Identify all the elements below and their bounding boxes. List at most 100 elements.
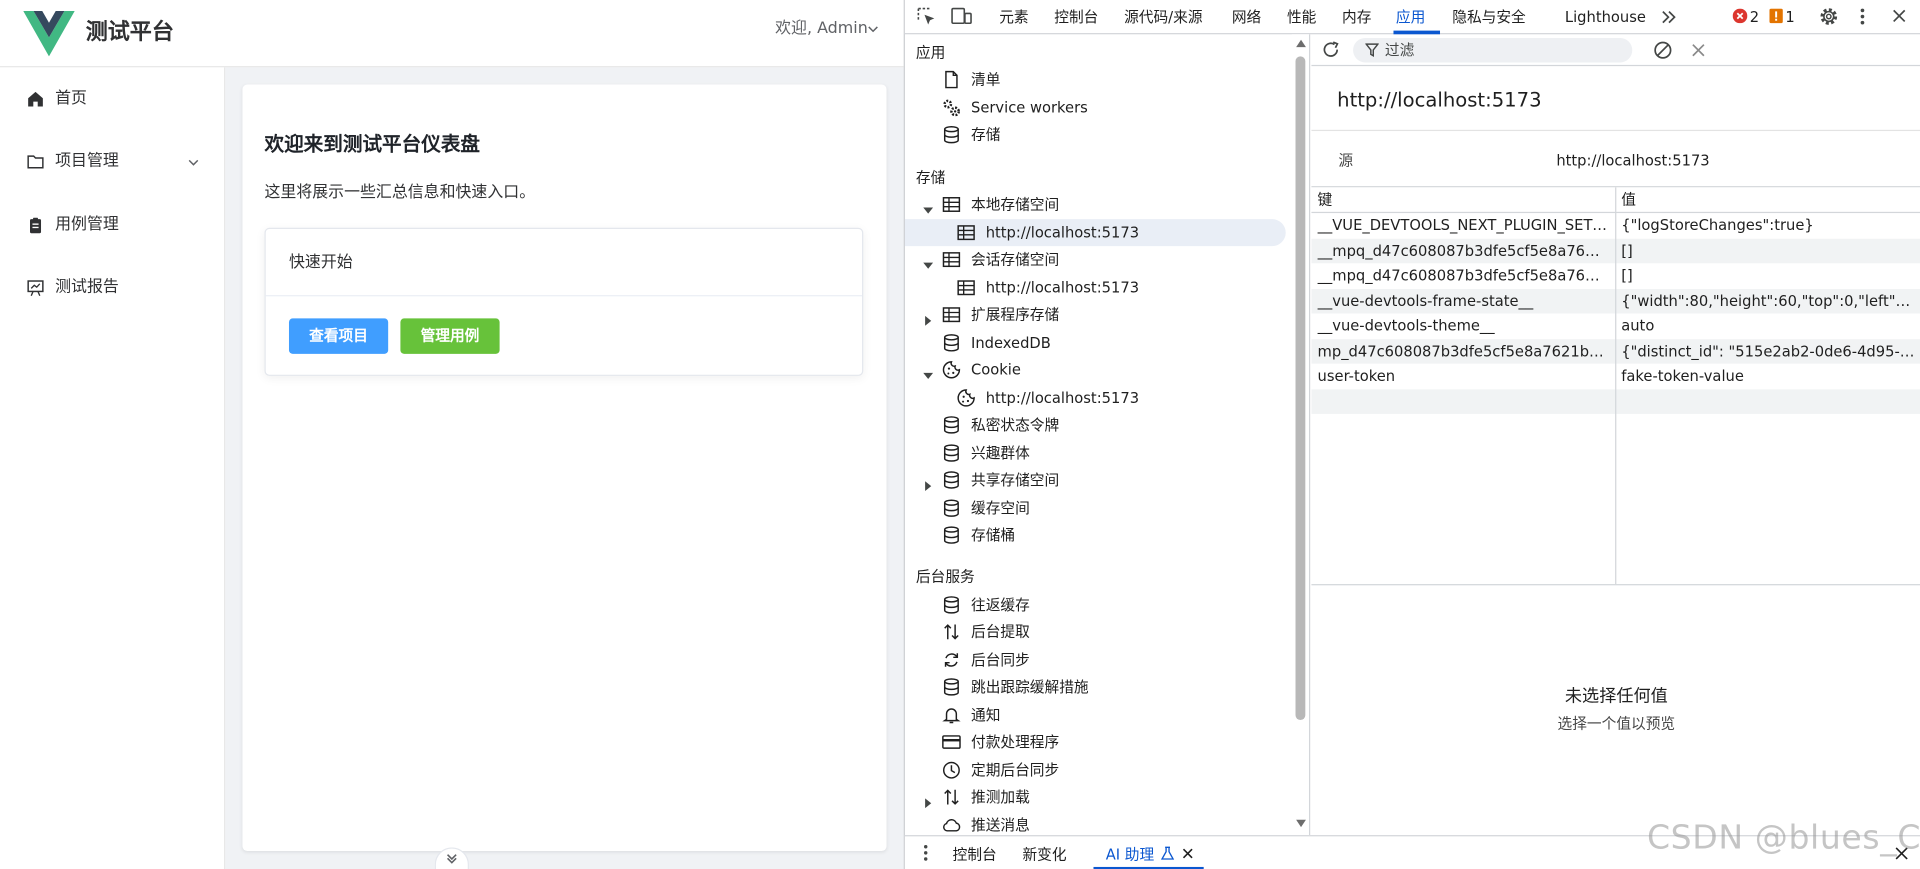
tree-item-label: 定期后台同步 <box>971 761 1060 779</box>
tab-memory[interactable]: 内存 <box>1342 7 1371 27</box>
tree-item-manifest[interactable]: 清单 <box>905 66 1286 93</box>
scroll-up-arrow-icon[interactable] <box>1296 38 1307 49</box>
tree-item-local-storage[interactable]: 本地存储空间 <box>905 191 1286 218</box>
tree-item-payment-handler[interactable]: 付款处理程序 <box>905 729 1286 756</box>
row-key: __mpq_d47c608087b3dfe5cf5e8a7621... <box>1317 241 1609 259</box>
error-icon[interactable] <box>1732 8 1748 24</box>
tree-item-session-storage[interactable]: 会话存储空间 <box>905 246 1286 273</box>
tree-item-extension-storage[interactable]: 扩展程序存储 <box>905 301 1286 328</box>
tab-lighthouse[interactable]: Lighthouse <box>1565 7 1646 27</box>
scroll-down-arrow-icon[interactable] <box>1296 818 1307 829</box>
tree-item-interest-groups[interactable]: 兴趣群体 <box>905 440 1286 467</box>
tree-item-bfcache[interactable]: 往返缓存 <box>905 591 1286 618</box>
tree-item-private-state-tokens[interactable]: 私密状态令牌 <box>905 411 1286 438</box>
expand-triangle-right-icon[interactable] <box>922 474 934 492</box>
tab-performance[interactable]: 性能 <box>1287 7 1316 27</box>
tab-sources[interactable]: 源代码/来源 <box>1124 7 1202 27</box>
tree-item-storage[interactable]: 存储 <box>905 121 1286 148</box>
section-storage: 存储 <box>915 168 946 187</box>
report-icon <box>27 279 44 296</box>
expand-triangle-down-icon[interactable] <box>922 253 934 269</box>
credit-card-icon <box>942 732 962 752</box>
tree-item-bounce-tracking[interactable]: 跳出跟踪缓解措施 <box>905 673 1286 700</box>
home-icon <box>27 91 44 108</box>
device-toolbar-icon[interactable] <box>950 6 972 27</box>
tree-item-push-messaging[interactable]: 推送消息 <box>905 812 1286 835</box>
tree-item-local-storage-origin[interactable]: http://localhost:5173 <box>905 219 1286 246</box>
settings-gear-icon[interactable] <box>1818 6 1839 27</box>
clear-all-icon[interactable] <box>1653 40 1673 60</box>
tab-console[interactable]: 控制台 <box>1054 7 1098 27</box>
sidebar-item-home[interactable]: 首页 <box>0 69 225 130</box>
tree-item-storage-buckets[interactable]: 存储桶 <box>905 522 1286 549</box>
tree-item-session-storage-origin[interactable]: http://localhost:5173 <box>905 274 1286 301</box>
tab-elements[interactable]: 元素 <box>999 7 1028 27</box>
tree-scrollbar-thumb[interactable] <box>1295 56 1306 721</box>
tree-item-cache-storage[interactable]: 缓存空间 <box>905 495 1286 522</box>
table-icon <box>942 250 962 270</box>
sidebar-item-projects[interactable]: 项目管理 <box>0 131 225 192</box>
manage-cases-button[interactable]: 管理用例 <box>400 318 500 354</box>
filter-input[interactable]: 过滤 <box>1353 37 1633 63</box>
sidebar: 首页 项目管理 用例管理 测试报告 <box>0 67 226 869</box>
clock-icon <box>942 760 962 780</box>
expand-triangle-down-icon[interactable] <box>922 364 934 379</box>
tree-item-notifications[interactable]: 通知 <box>905 702 1286 729</box>
column-divider[interactable] <box>1615 187 1617 585</box>
database-icon <box>942 333 962 353</box>
tree-item-periodic-sync[interactable]: 定期后台同步 <box>905 757 1286 784</box>
sidebar-item-cases[interactable]: 用例管理 <box>0 195 225 256</box>
drawer-tab-changes[interactable]: 新变化 <box>1022 845 1066 865</box>
user-menu-trigger[interactable]: 欢迎, Admin <box>775 17 868 41</box>
sidebar-item-reports[interactable]: 测试报告 <box>0 257 225 318</box>
tree-item-label: 清单 <box>971 71 1001 89</box>
drawer-tab-console[interactable]: 控制台 <box>953 845 997 865</box>
tree-item-indexeddb[interactable]: IndexedDB <box>905 329 1286 356</box>
tab-application[interactable]: 应用 <box>1396 7 1425 27</box>
refresh-icon[interactable] <box>1321 40 1341 60</box>
card-title: 快速开始 <box>288 253 353 272</box>
delete-selected-icon[interactable] <box>1691 43 1706 58</box>
quick-start-card: 快速开始 查看项目 管理用例 <box>264 227 864 376</box>
tree-item-cookie[interactable]: Cookie <box>905 356 1286 383</box>
tree-item-label: 后台同步 <box>971 651 1030 669</box>
up-down-arrows-icon <box>942 787 962 807</box>
tree-item-cookie-origin[interactable]: http://localhost:5173 <box>905 384 1286 411</box>
table-icon <box>942 195 962 215</box>
database-icon <box>942 125 962 145</box>
inspect-element-icon[interactable] <box>916 6 937 27</box>
tree-item-background-sync[interactable]: 后台同步 <box>905 647 1286 674</box>
database-icon <box>942 470 962 490</box>
close-devtools-icon[interactable] <box>1892 9 1907 24</box>
tab-privacy-security[interactable]: 隐私与安全 <box>1452 7 1525 27</box>
column-header-value[interactable]: 值 <box>1621 190 1915 210</box>
expand-triangle-right-icon[interactable] <box>922 791 934 809</box>
cloud-icon <box>942 816 962 836</box>
warning-icon[interactable] <box>1769 8 1783 24</box>
tree-item-shared-storage[interactable]: 共享存储空间 <box>905 467 1286 494</box>
expand-triangle-down-icon[interactable] <box>922 198 934 214</box>
drawer-tab-ai-assistant[interactable]: AI 助理 <box>1106 845 1154 865</box>
tree-item-label: 跳出跟踪缓解措施 <box>971 678 1089 696</box>
sidebar-item-label: 首页 <box>55 89 87 108</box>
kebab-menu-icon[interactable] <box>1858 6 1868 27</box>
tree-item-service-workers[interactable]: Service workers <box>905 94 1286 121</box>
warning-count[interactable]: 1 <box>1785 7 1794 27</box>
tab-network[interactable]: 网络 <box>1232 7 1261 27</box>
tree-item-label: 存储桶 <box>971 526 1016 544</box>
drawer-menu-icon[interactable] <box>922 844 929 862</box>
devtools-panel: 元素 控制台 源代码/来源 网络 性能 内存 应用 隐私与安全 Lighthou… <box>903 0 1920 869</box>
close-tab-icon[interactable] <box>1182 847 1194 859</box>
database-icon <box>942 595 962 615</box>
tree-item-speculative-loads[interactable]: 推测加载 <box>905 784 1286 811</box>
more-tabs-icon[interactable] <box>1660 9 1677 26</box>
error-count[interactable]: 2 <box>1750 7 1759 27</box>
column-header-key[interactable]: 键 <box>1318 190 1609 210</box>
tree-item-background-fetch[interactable]: 后台提取 <box>905 618 1286 645</box>
expand-triangle-right-icon[interactable] <box>922 309 934 326</box>
row-key: __VUE_DEVTOOLS_NEXT_PLUGIN_SETT... <box>1317 216 1609 234</box>
row-key: __vue-devtools-frame-state__ <box>1317 292 1534 310</box>
watermark: CSDN @blues_C <box>1646 819 1920 858</box>
view-projects-button[interactable]: 查看项目 <box>288 318 389 354</box>
chevron-down-icon[interactable] <box>867 23 879 35</box>
